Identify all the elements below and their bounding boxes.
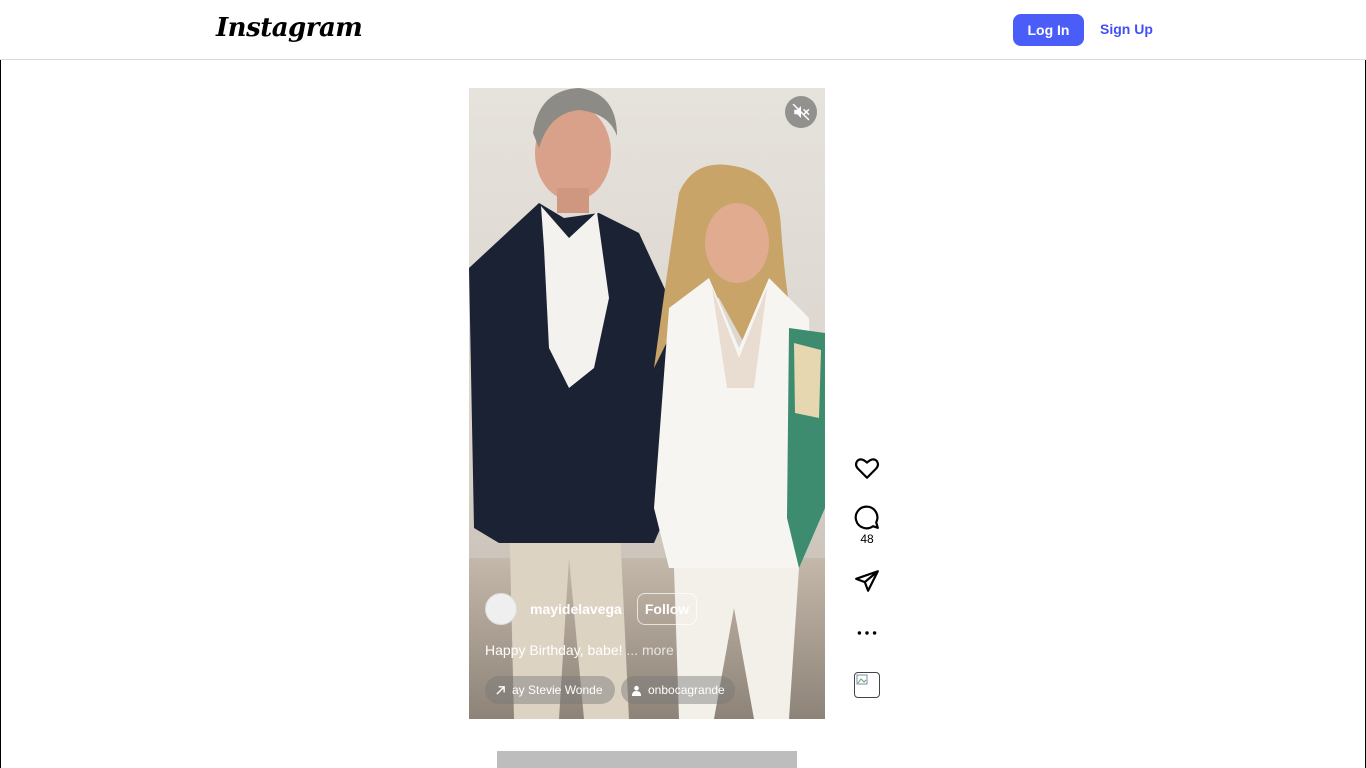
reel-caption: Happy Birthday, babe! ... more xyxy=(485,642,674,658)
next-reel-preview[interactable] xyxy=(497,751,797,768)
comment-count: 48 xyxy=(860,532,874,546)
login-button[interactable]: Log In xyxy=(1013,14,1084,46)
share-button[interactable] xyxy=(851,568,883,594)
audio-track-text: ay Stevie Wonde xyxy=(512,683,603,697)
broken-image-icon xyxy=(856,674,868,685)
person-icon xyxy=(631,685,642,696)
heart-icon xyxy=(854,458,880,479)
avatar[interactable] xyxy=(485,593,517,625)
tagged-user-pill[interactable]: onbocagrande xyxy=(621,676,735,704)
instagram-logo[interactable]: Instagram xyxy=(216,13,363,43)
ellipsis-icon xyxy=(857,631,877,635)
top-navigation-bar: Instagram Log In Sign Up xyxy=(0,0,1366,60)
more-link[interactable]: ... more xyxy=(626,642,673,658)
signup-link[interactable]: Sign Up xyxy=(1100,21,1153,37)
audio-thumbnail[interactable] xyxy=(854,672,880,698)
reel-meta-pills: ay Stevie Wonde onbocagrande xyxy=(485,676,735,704)
more-options-button[interactable] xyxy=(851,620,883,646)
like-button[interactable] xyxy=(851,455,883,481)
follow-button[interactable]: Follow xyxy=(636,593,698,625)
comment-button[interactable]: 48 xyxy=(851,504,883,546)
mute-toggle-button[interactable] xyxy=(785,96,817,128)
reel-author: mayidelavega Follow xyxy=(485,593,698,625)
muted-speaker-icon xyxy=(792,103,810,121)
tagged-username: onbocagrande xyxy=(648,683,725,697)
arrow-up-right-icon xyxy=(495,685,506,696)
page-border-left xyxy=(0,60,1,768)
reel-video[interactable]: mayidelavega Follow Happy Birthday, babe… xyxy=(469,88,825,719)
author-username[interactable]: mayidelavega xyxy=(530,601,622,617)
caption-text: Happy Birthday, babe! xyxy=(485,642,623,658)
audio-pill[interactable]: ay Stevie Wonde xyxy=(485,676,615,704)
comment-icon xyxy=(854,505,879,530)
paper-plane-icon xyxy=(855,570,879,592)
